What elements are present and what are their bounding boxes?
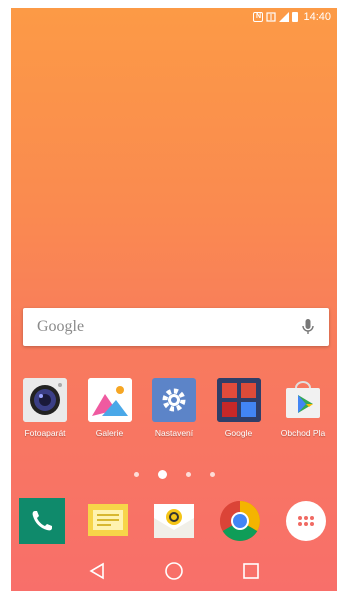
status-bar: N 14:40 — [11, 8, 337, 26]
clock: 14:40 — [303, 11, 331, 23]
app-label: Galerie — [95, 428, 124, 438]
app-camera[interactable]: Fotoaparát — [15, 378, 75, 438]
app-play-store[interactable]: Obchod Pla — [273, 378, 333, 438]
nfc-icon: N — [253, 12, 264, 22]
page-indicator — [11, 470, 337, 479]
app-row: Fotoaparát Galerie Nastavení Google Obch… — [11, 378, 337, 438]
phone-icon[interactable] — [19, 498, 65, 544]
home-icon[interactable] — [162, 559, 186, 583]
mic-icon[interactable] — [301, 318, 315, 336]
settings-gear-icon — [152, 378, 196, 422]
gallery-icon — [87, 378, 132, 422]
navigation-bar — [11, 551, 337, 591]
google-folder-icon — [216, 378, 261, 422]
app-label: Google — [224, 428, 253, 438]
dock — [11, 498, 337, 544]
app-label: Obchod Pla — [280, 428, 326, 438]
email-icon[interactable] — [151, 498, 197, 544]
apps-grid-icon[interactable] — [283, 498, 329, 544]
page-dot[interactable] — [185, 472, 191, 477]
app-label: Nastavení — [154, 428, 194, 438]
app-gallery[interactable]: Galerie — [80, 378, 140, 438]
google-logo: Google — [37, 318, 85, 335]
dual-sim-icon — [266, 12, 277, 22]
message-icon[interactable] — [85, 498, 131, 544]
google-search-bar[interactable]: Google — [23, 308, 329, 346]
page-dot[interactable] — [133, 472, 139, 477]
camera-icon — [23, 378, 67, 422]
signal-icon — [279, 12, 290, 22]
back-icon[interactable] — [85, 559, 109, 583]
play-store-icon — [281, 378, 325, 422]
app-google-folder[interactable]: Google — [209, 378, 269, 438]
chrome-icon[interactable] — [217, 498, 263, 544]
page-dot[interactable] — [209, 472, 215, 477]
battery-icon — [292, 12, 299, 22]
page-dot-active[interactable] — [157, 470, 167, 479]
recents-icon[interactable] — [239, 559, 263, 583]
app-settings[interactable]: Nastavení — [144, 378, 204, 438]
home-screen: N 14:40 Google Fotoaparát Galerie Nastav… — [11, 8, 337, 591]
app-label: Fotoaparát — [24, 428, 66, 438]
